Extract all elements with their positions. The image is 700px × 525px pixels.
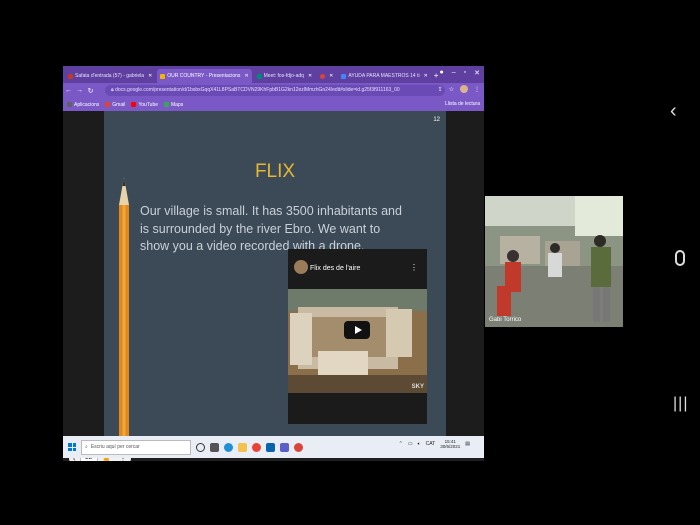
forward-icon[interactable]: → bbox=[74, 87, 85, 94]
tab-recording[interactable]: ✕ bbox=[317, 69, 336, 83]
page-icon bbox=[341, 73, 347, 79]
participant-name: Gabi Torrico bbox=[489, 317, 522, 323]
classroom-scene bbox=[485, 196, 623, 327]
bookmark-apps[interactable]: Aplicacions bbox=[67, 102, 99, 108]
meet-icon bbox=[256, 73, 262, 79]
android-recents-icon[interactable]: ||| bbox=[673, 395, 688, 413]
chrome-icon[interactable] bbox=[252, 442, 261, 452]
tab-bar: Safata d'entrada (57) - gabriela ✕ OUR C… bbox=[63, 66, 484, 83]
tab-label: OUR COUNTRY - Presentacions bbox=[167, 73, 241, 79]
browser-window: Safata d'entrada (57) - gabriela ✕ OUR C… bbox=[63, 66, 484, 461]
language-indicator[interactable]: CAT bbox=[426, 441, 436, 447]
bookmark-label: Aplicacions bbox=[74, 101, 100, 108]
slide-title: FLIX bbox=[254, 161, 296, 182]
reading-list[interactable]: Llista de lectura bbox=[445, 101, 480, 107]
tab-ayuda[interactable]: AYUDA PARA MAESTROS 14 ti ✕ bbox=[338, 69, 430, 83]
cortana-icon[interactable] bbox=[196, 442, 205, 452]
chevron-up-icon[interactable]: ⌃ bbox=[399, 441, 403, 447]
clock[interactable]: 15:41 30/6/2021 bbox=[440, 439, 460, 449]
bookmark-maps[interactable]: Maps bbox=[164, 102, 183, 108]
close-icon[interactable]: ✕ bbox=[308, 73, 312, 79]
search-icon: ⌕ bbox=[85, 444, 88, 450]
taskbar-search[interactable]: ⌕ Escriu aquí per cercar bbox=[81, 439, 191, 455]
teams-icon[interactable] bbox=[280, 442, 289, 452]
toolbar-actions: ⇪ ☆ ⋮ bbox=[438, 85, 480, 93]
android-back-icon[interactable]: ‹ bbox=[670, 100, 677, 123]
volume-icon[interactable]: 🔈︎ bbox=[418, 441, 421, 447]
system-tray: ⌃ ▭ 🔈︎ CAT 15:41 30/6/2021 ▤ bbox=[399, 439, 470, 449]
task-view-icon[interactable] bbox=[210, 442, 219, 452]
reload-icon[interactable]: ↻ bbox=[85, 87, 96, 95]
apps-icon bbox=[67, 102, 72, 107]
bookmark-youtube[interactable]: YouTube bbox=[131, 102, 158, 108]
tab-label: AYUDA PARA MAESTROS 14 ti bbox=[348, 73, 420, 79]
url-input[interactable]: 🔒︎ docs.google.com/presentation/d/1bsbxG… bbox=[105, 85, 445, 96]
search-placeholder: Escriu aquí per cercar bbox=[90, 444, 140, 450]
close-icon[interactable]: ✕ bbox=[424, 73, 428, 79]
share-icon[interactable]: ⇪ bbox=[438, 86, 443, 93]
bookmark-label: YouTube bbox=[138, 101, 159, 108]
explorer-icon[interactable] bbox=[238, 442, 247, 452]
more-icon[interactable]: ⋮ bbox=[474, 86, 480, 93]
slides-icon bbox=[160, 73, 166, 79]
star-icon[interactable]: ☆ bbox=[449, 86, 454, 93]
android-home-icon[interactable] bbox=[675, 250, 685, 266]
windows-start-icon[interactable] bbox=[68, 443, 76, 451]
profile-icon[interactable]: ● bbox=[440, 69, 444, 77]
slide-number: 12 bbox=[433, 117, 440, 123]
tab-label: Safata d'entrada (57) - gabriela bbox=[75, 73, 145, 79]
play-icon bbox=[354, 326, 362, 334]
video-title: Flix des de l'aire bbox=[310, 265, 361, 272]
address-bar: ← → ↻ 🔒︎ docs.google.com/presentation/d/… bbox=[63, 83, 484, 98]
bookmark-label: Gmail bbox=[112, 101, 126, 108]
network-icon[interactable]: ▭ bbox=[408, 441, 413, 447]
maps-icon bbox=[164, 102, 170, 107]
new-tab-button[interactable]: + bbox=[434, 69, 439, 83]
slide: 12 FLIX Our village is small. It has 350… bbox=[104, 111, 446, 437]
close-icon[interactable]: ✕ bbox=[148, 73, 152, 79]
minimize-icon[interactable]: – bbox=[452, 69, 456, 77]
close-icon[interactable]: ✕ bbox=[244, 73, 248, 79]
tab-label: Meet: fos-fdjo-adq bbox=[263, 73, 304, 79]
bookmarks-bar: Aplicacions Gmail YouTube Maps Llista de… bbox=[63, 98, 484, 111]
date: 30/6/2021 bbox=[440, 444, 461, 449]
avatar[interactable] bbox=[460, 85, 468, 93]
window-controls: ● – ▫ ✕ bbox=[440, 69, 481, 77]
gmail-icon bbox=[68, 73, 73, 79]
record-icon bbox=[320, 73, 326, 79]
video-watermark: SKY bbox=[411, 384, 424, 390]
slide-body: Our village is small. It has 3500 inhabi… bbox=[140, 204, 402, 253]
youtube-icon bbox=[131, 102, 137, 107]
close-icon[interactable]: ✕ bbox=[329, 73, 333, 79]
url-text: docs.google.com/presentation/d/1bsbxGqqX… bbox=[115, 87, 400, 93]
channel-avatar bbox=[294, 260, 308, 274]
notifications-icon[interactable]: ▤ bbox=[465, 441, 470, 447]
embedded-video[interactable]: Flix des de l'aire ⋮ SKY bbox=[288, 249, 427, 424]
play-button[interactable] bbox=[344, 321, 370, 339]
participant-video[interactable]: Gabi Torrico bbox=[485, 196, 623, 327]
tab-meet[interactable]: Meet: fos-fdjo-adq ✕ bbox=[254, 69, 316, 83]
back-icon[interactable]: ← bbox=[63, 87, 74, 94]
gmail-icon bbox=[105, 102, 111, 107]
castle-thumbnail bbox=[288, 289, 427, 393]
close-window-icon[interactable]: ✕ bbox=[474, 69, 480, 77]
tab-slides[interactable]: OUR COUNTRY - Presentacions ✕ bbox=[157, 69, 252, 83]
presentation-area: 12 FLIX Our village is small. It has 350… bbox=[63, 111, 484, 461]
store-icon[interactable] bbox=[266, 442, 275, 452]
chrome-profile-icon[interactable] bbox=[294, 442, 303, 452]
bookmark-gmail[interactable]: Gmail bbox=[105, 102, 125, 108]
windows-taskbar: ⌕ Escriu aquí per cercar ⌃ ▭ 🔈︎ CAT 15:4… bbox=[63, 436, 484, 458]
bookmark-label: Maps bbox=[171, 101, 184, 108]
edge-icon[interactable] bbox=[224, 442, 233, 452]
tab-gmail[interactable]: Safata d'entrada (57) - gabriela ✕ bbox=[65, 69, 155, 83]
more-icon[interactable]: ⋮ bbox=[410, 263, 418, 272]
pencil-icon bbox=[119, 177, 129, 437]
maximize-icon[interactable]: ▫ bbox=[464, 69, 466, 77]
